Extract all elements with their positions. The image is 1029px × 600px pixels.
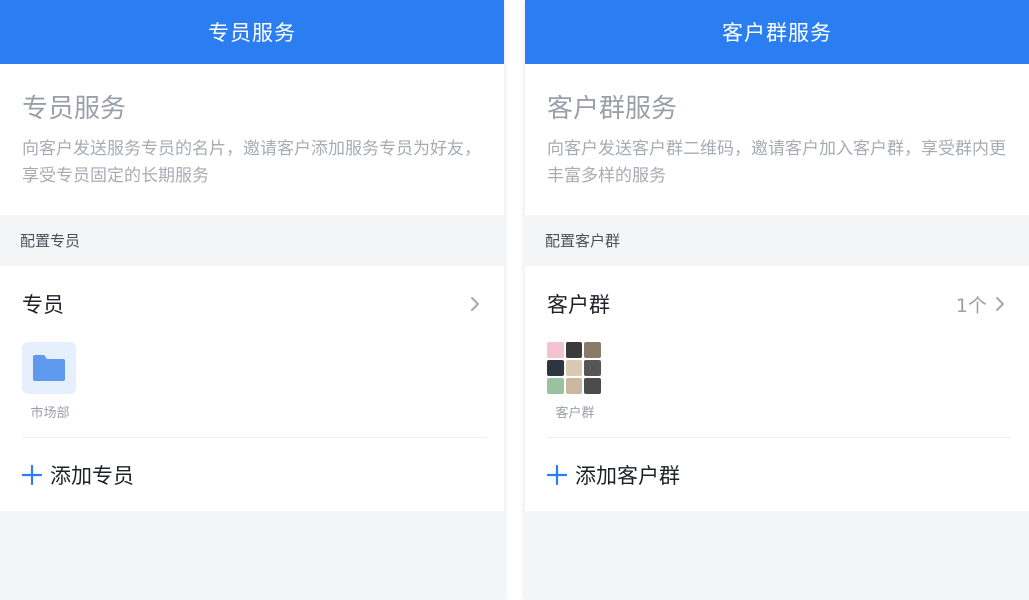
section-label-text: 配置专员 [20, 232, 81, 250]
group-count: 1个 [955, 294, 987, 317]
member-avatar [584, 378, 601, 394]
intro-section: 客户群服务 向客户发送客户群二维码，邀请客户加入客户群，享受群内更丰富多样的服务 [525, 64, 1029, 215]
intro-title: 专员服务 [22, 94, 127, 124]
header-title: 专员服务 [208, 21, 296, 45]
header-bar: 客户群服务 [525, 0, 1029, 64]
member-avatar [565, 378, 583, 394]
member-avatar [584, 342, 601, 358]
header-title: 客户群服务 [722, 21, 832, 45]
group-avatar-icon [547, 342, 601, 394]
row-title: 专员 [22, 293, 64, 317]
tile-label: 市场部 [30, 406, 70, 421]
add-label: 添加客户群 [575, 463, 680, 488]
add-label: 添加专员 [50, 463, 134, 488]
row-right: 1个 [956, 291, 1007, 318]
panel-group-service: 客户群服务 客户群服务 向客户发送客户群二维码，邀请客户加入客户群，享受群内更丰… [525, 0, 1029, 600]
member-avatar [565, 360, 583, 376]
chevron-right-icon [996, 297, 1004, 311]
panel-specialist-service: 专员服务 专员服务 向客户发送服务专员的名片，邀请客户添加服务专员为好友，享受专… [0, 0, 504, 600]
section-label: 配置专员 [0, 215, 504, 266]
member-avatar [547, 360, 564, 376]
intro-description: 向客户发送服务专员的名片，邀请客户添加服务专员为好友，享受专员固定的长期服务 [22, 139, 481, 186]
add-specialist-button[interactable]: 添加专员 [22, 438, 134, 511]
group-tile[interactable]: 客户群 [547, 342, 603, 421]
folder-icon [33, 355, 65, 381]
row-title: 客户群 [547, 293, 610, 317]
row-right [468, 294, 482, 314]
section-label-text: 配置客户群 [545, 232, 621, 250]
intro-description: 向客户发送客户群二维码，邀请客户加入客户群，享受群内更丰富多样的服务 [547, 139, 1006, 186]
customer-group-row[interactable]: 客户群 1个 [547, 266, 1007, 342]
specialist-row[interactable]: 专员 [22, 266, 482, 342]
add-customer-group-button[interactable]: 添加客户群 [547, 438, 680, 511]
plus-icon [22, 464, 42, 485]
member-avatar [584, 360, 601, 376]
department-tile[interactable]: 市场部 [22, 342, 78, 421]
intro-title: 客户群服务 [547, 94, 678, 124]
plus-icon [547, 464, 567, 485]
section-label: 配置客户群 [525, 215, 1029, 266]
member-avatar [565, 342, 583, 358]
tile-label: 客户群 [555, 406, 595, 421]
intro-section: 专员服务 向客户发送服务专员的名片，邀请客户添加服务专员为好友，享受专员固定的长… [0, 64, 504, 215]
member-avatar [547, 378, 564, 394]
chevron-right-icon [471, 297, 479, 311]
config-card: 专员 市场部 添加专员 [0, 266, 504, 511]
folder-thumb [22, 342, 76, 394]
config-card: 客户群 1个 客户群 添加客户群 [525, 266, 1029, 511]
header-bar: 专员服务 [0, 0, 504, 64]
member-avatar [547, 342, 564, 358]
